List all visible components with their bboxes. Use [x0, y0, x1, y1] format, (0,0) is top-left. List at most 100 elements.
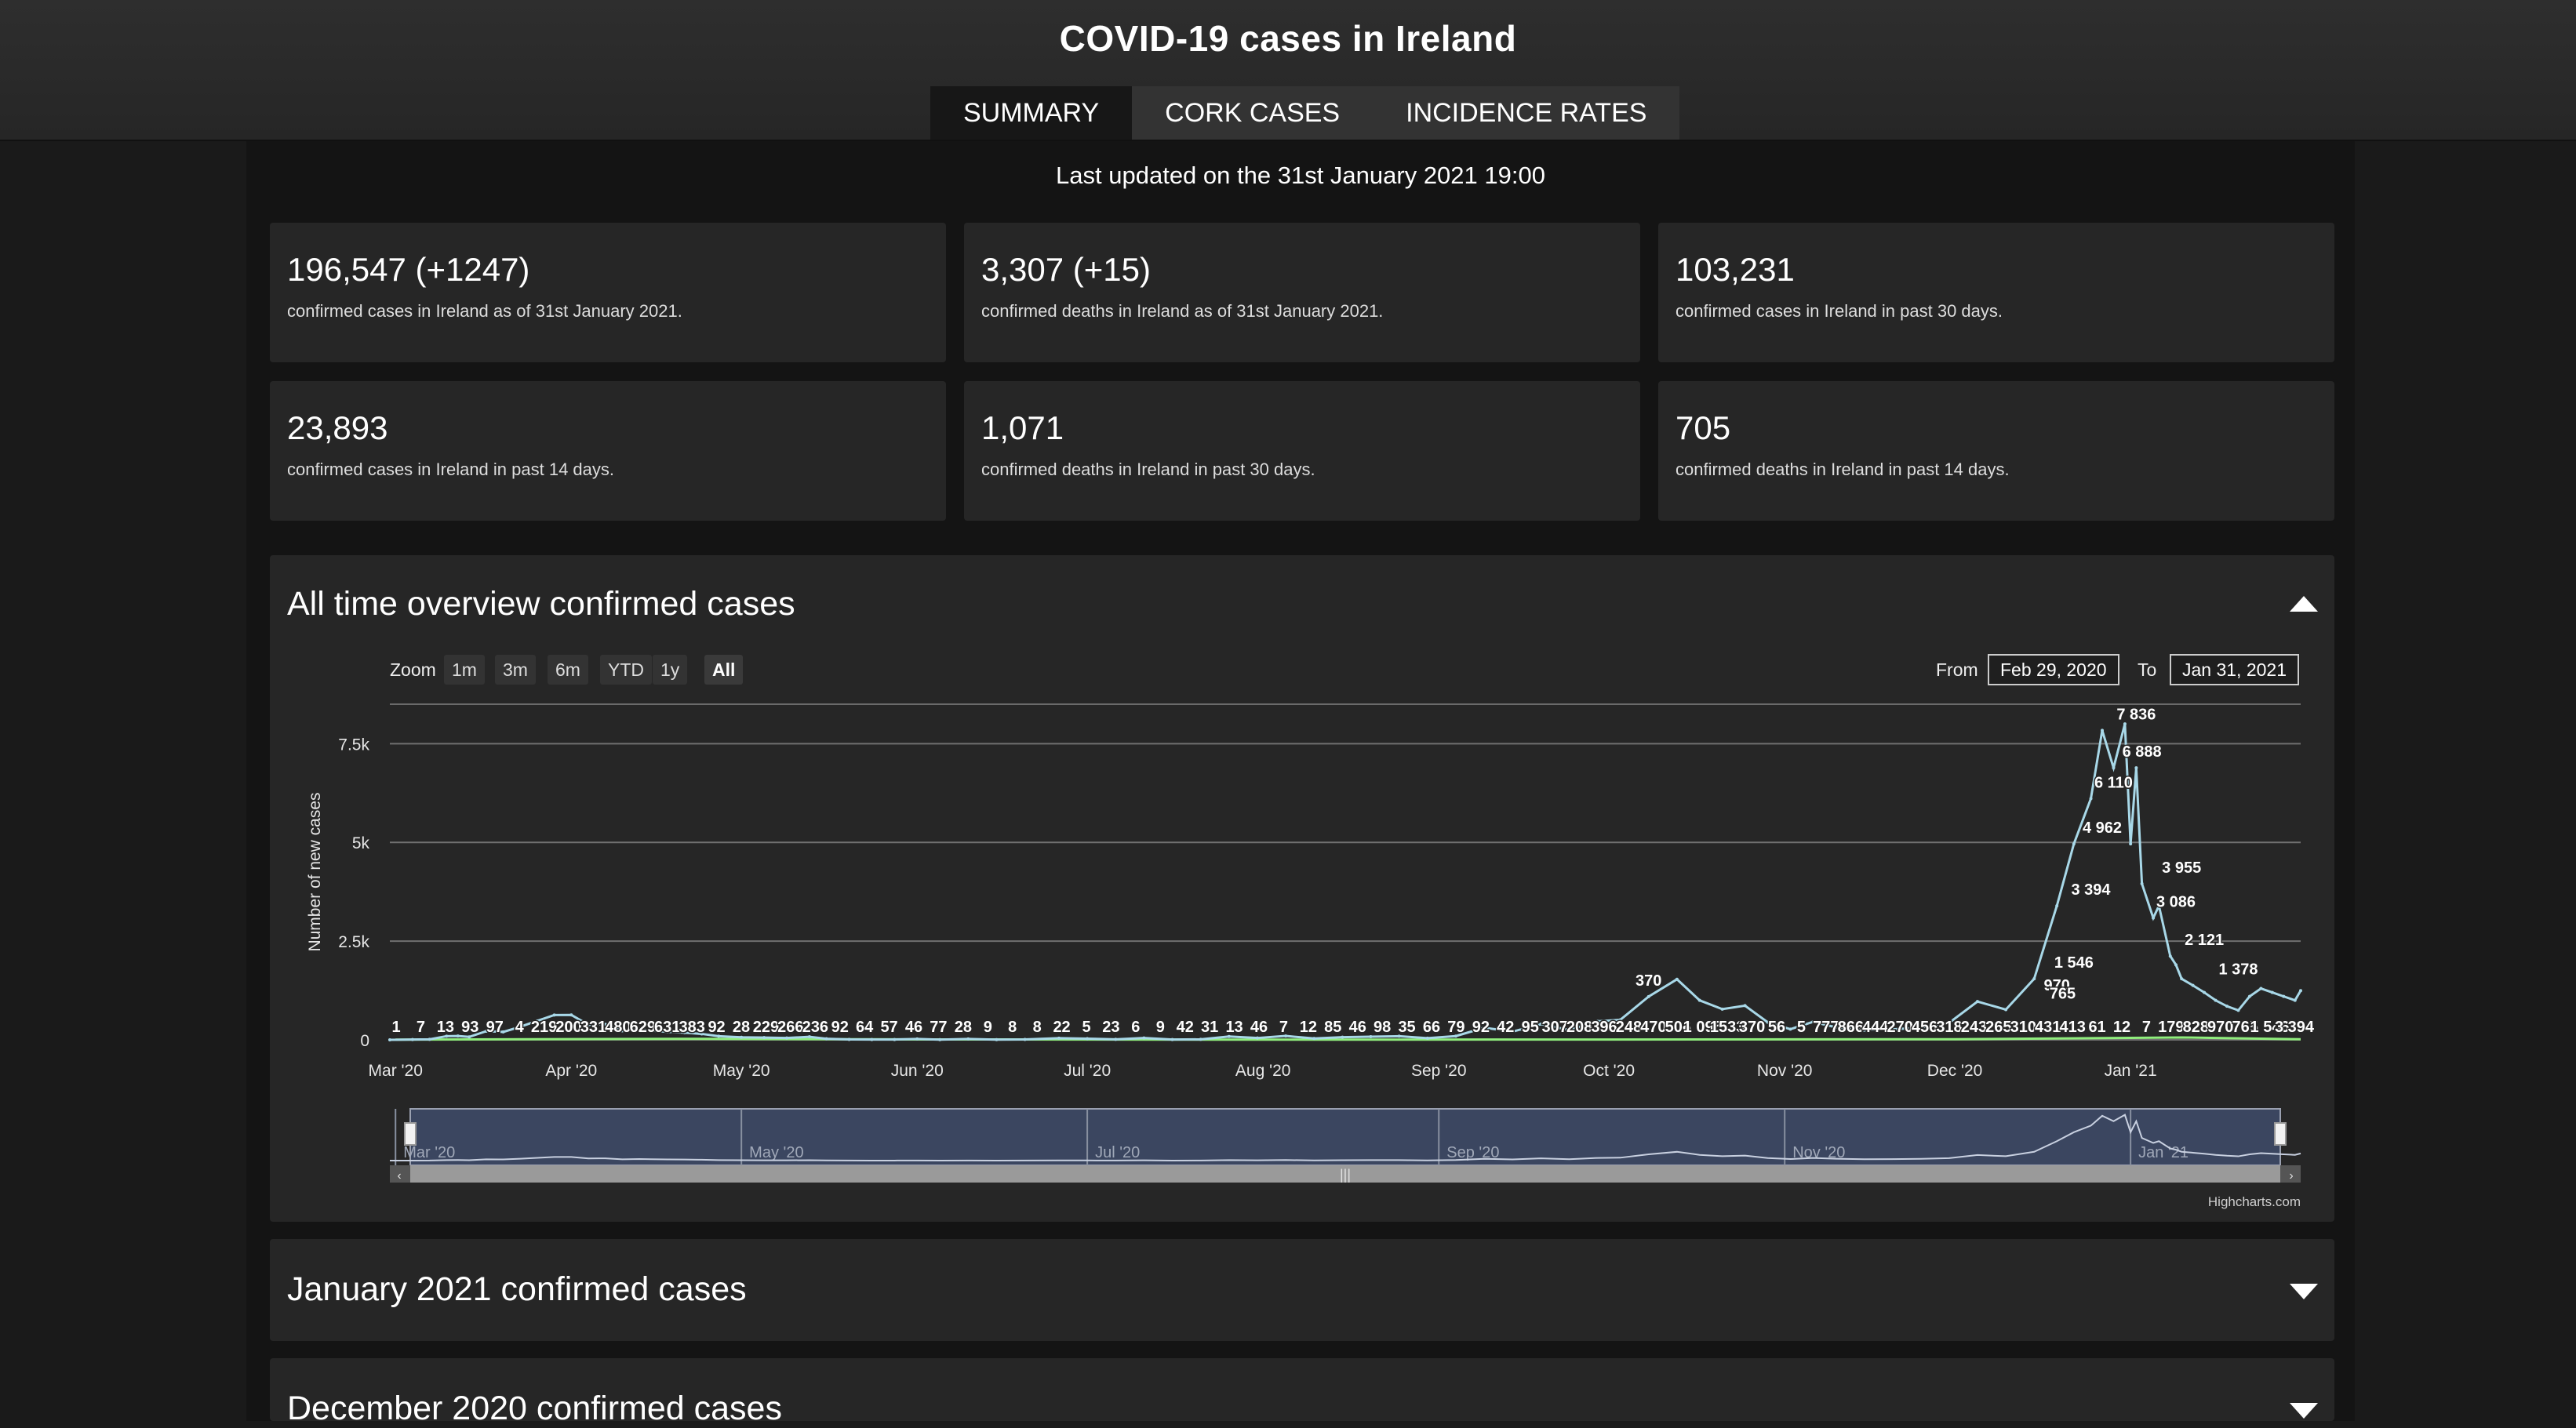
- x-tick-label: Mar '20: [369, 1062, 423, 1080]
- cases-series-line: [389, 723, 2302, 1041]
- data-label: 9: [984, 1019, 992, 1036]
- cases-data-point: [1743, 1004, 1747, 1008]
- cases-data-point: [2225, 1005, 2229, 1008]
- data-label: 765: [2050, 985, 2076, 1002]
- cases-data-point: [893, 1037, 897, 1041]
- tab-summary[interactable]: SUMMARY: [930, 86, 1133, 140]
- scrollbar-grip-icon: |||: [1340, 1167, 1351, 1183]
- data-label: 331: [580, 1019, 606, 1036]
- data-label: 1: [391, 1019, 400, 1036]
- y-tick-label: 2.5k: [338, 933, 369, 951]
- cases-data-point: [2101, 729, 2105, 732]
- data-label: 12: [1300, 1019, 1317, 1036]
- data-label: 310: [2010, 1019, 2036, 1036]
- data-label: 5: [1797, 1019, 1806, 1036]
- tab-bar: SUMMARY CORK CASES INCIDENCE RATES: [930, 86, 1680, 140]
- navigator-handle[interactable]: [2274, 1122, 2287, 1146]
- cases-data-point: [1675, 977, 1679, 981]
- cases-data-point: [1142, 1036, 1146, 1040]
- cases-data-point: [1425, 1036, 1429, 1040]
- tab-cork-cases[interactable]: CORK CASES: [1132, 86, 1373, 140]
- data-label: 6 888: [2123, 743, 2162, 761]
- stat-value: 1,071: [981, 409, 1064, 446]
- cases-data-point: [2191, 983, 2195, 987]
- data-label: 42: [1177, 1019, 1194, 1036]
- cases-data-point: [1720, 1007, 1724, 1011]
- data-label: 98: [1374, 1019, 1391, 1036]
- cases-data-point: [2152, 916, 2156, 920]
- data-label: 413: [2059, 1019, 2085, 1036]
- x-tick-label: Aug '20: [1235, 1062, 1291, 1080]
- stat-card-deaths-14-days: 705 confirmed deaths in Ireland in past …: [1658, 381, 2334, 521]
- cases-data-point: [2089, 797, 2093, 801]
- stat-description: confirmed deaths in Ireland in past 14 d…: [1675, 460, 2010, 479]
- stat-description: confirmed cases in Ireland in past 30 da…: [1675, 301, 2003, 321]
- december-2020-panel[interactable]: December 2020 confirmed cases: [270, 1358, 2334, 1427]
- cases-data-point: [2055, 904, 2059, 908]
- cases-data-point: [1312, 1037, 1316, 1041]
- data-label: 248: [1616, 1019, 1642, 1036]
- cases-data-point: [2282, 994, 2286, 998]
- navigator-handle[interactable]: [404, 1122, 417, 1146]
- data-label: 3 955: [2162, 859, 2201, 877]
- data-label: 8: [1033, 1019, 1042, 1036]
- data-label: 77: [930, 1019, 947, 1036]
- cases-data-point: [1023, 1037, 1027, 1041]
- cases-data-point: [1114, 1037, 1118, 1041]
- stat-description: confirmed deaths in Ireland in past 30 d…: [981, 460, 1315, 479]
- data-label: 318: [1936, 1019, 1962, 1036]
- data-label: 56: [1768, 1019, 1785, 1036]
- x-tick-label: Jul '20: [1064, 1062, 1111, 1080]
- cases-data-point: [1057, 1036, 1061, 1040]
- cases-data-point: [2174, 963, 2178, 967]
- data-label: 42: [1497, 1019, 1514, 1036]
- data-label: 370: [1635, 972, 1661, 990]
- expand-caret-icon[interactable]: [2290, 1284, 2318, 1299]
- page: COVID-19 cases in Ireland SUMMARY CORK C…: [0, 0, 2576, 1427]
- cases-data-point: [569, 1013, 573, 1017]
- x-tick-label: Jun '20: [891, 1062, 944, 1080]
- stat-card-deaths-30-days: 1,071 confirmed deaths in Ireland in pas…: [964, 381, 1640, 521]
- scroll-left-arrow-icon[interactable]: ‹: [397, 1169, 401, 1183]
- y-axis-title: Number of new cases: [306, 792, 324, 951]
- january-2021-panel[interactable]: January 2021 confirmed cases: [270, 1239, 2334, 1341]
- data-label: 9: [1156, 1019, 1165, 1036]
- stat-value: 23,893: [287, 409, 388, 446]
- app-header: COVID-19 cases in Ireland SUMMARY CORK C…: [0, 0, 2576, 141]
- cases-data-point: [2259, 987, 2263, 990]
- cases-data-point: [1341, 1035, 1344, 1039]
- data-label: 46: [1250, 1019, 1268, 1036]
- cases-data-point: [1170, 1037, 1174, 1041]
- data-label: 64: [856, 1019, 874, 1036]
- data-label: 777: [1813, 1019, 1839, 1036]
- scroll-right-arrow-icon[interactable]: ›: [2289, 1169, 2293, 1183]
- y-tick-label: 0: [360, 1032, 369, 1050]
- expand-caret-icon[interactable]: [2290, 1403, 2318, 1419]
- cases-data-point: [2203, 990, 2207, 994]
- data-label: 13: [1225, 1019, 1243, 1036]
- data-label: 265: [1985, 1019, 2011, 1036]
- data-label: 1 546: [2054, 954, 2094, 972]
- cases-data-point: [388, 1037, 391, 1041]
- data-label: 6: [1131, 1019, 1140, 1036]
- navigator-window: [409, 1108, 2281, 1166]
- data-label: 270: [1887, 1019, 1912, 1036]
- panel-title: January 2021 confirmed cases: [287, 1270, 747, 1308]
- highcharts-credit[interactable]: Highcharts.com: [2208, 1194, 2301, 1209]
- navigator-label: May '20: [749, 1144, 803, 1161]
- cases-data-point: [740, 1035, 744, 1039]
- cases-data-point: [1975, 1000, 1979, 1004]
- cases-data-point: [1199, 1037, 1202, 1041]
- cases-data-point: [784, 1036, 788, 1040]
- cases-data-point: [1255, 1036, 1259, 1040]
- cases-data-point: [995, 1037, 999, 1041]
- cases-data-point: [1086, 1037, 1090, 1041]
- tab-incidence-rates[interactable]: INCIDENCE RATES: [1373, 86, 1679, 140]
- y-tick-label: 5k: [352, 834, 370, 852]
- cases-data-point: [1646, 994, 1650, 998]
- data-label: 7: [417, 1019, 425, 1036]
- data-label: 3 086: [2156, 894, 2196, 911]
- data-label: 470: [1640, 1019, 1666, 1036]
- cases-data-point: [2214, 998, 2218, 1002]
- cases-data-point: [2293, 998, 2297, 1002]
